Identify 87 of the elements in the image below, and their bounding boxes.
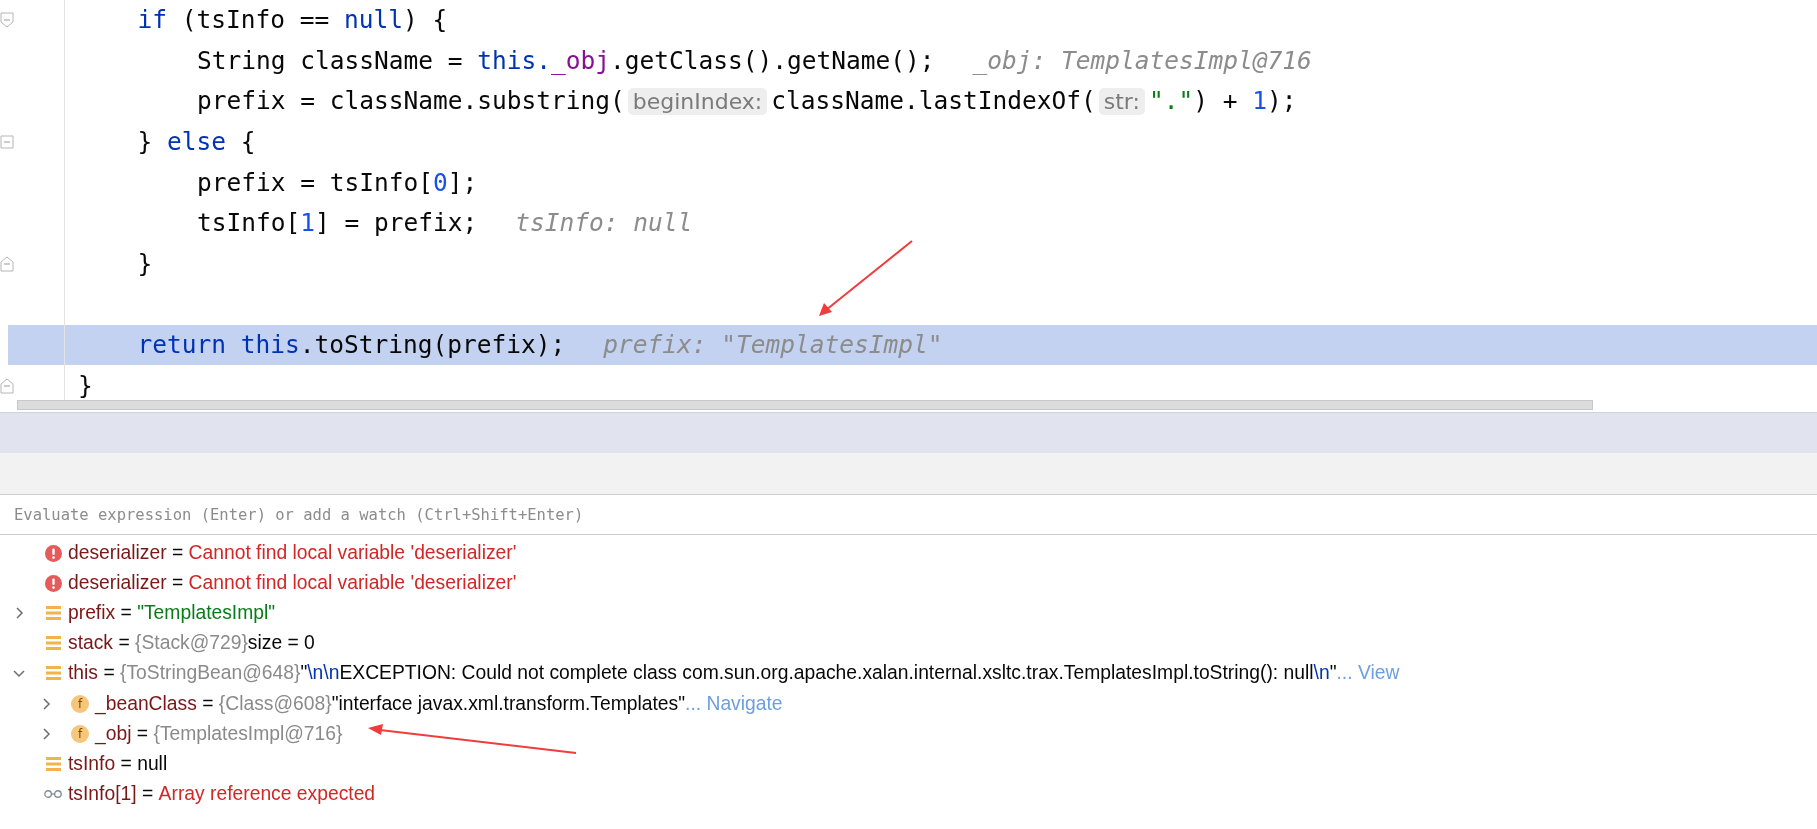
- variable-value: Array reference expected: [158, 782, 376, 805]
- equals-sign: =: [119, 752, 133, 775]
- inline-value-hint: prefix: "TemplatesImpl": [603, 330, 943, 361]
- list-icon: [45, 606, 61, 621]
- variable-value: {ToStringBean@648}: [120, 662, 301, 685]
- variable-value: ": [1329, 662, 1337, 685]
- variable-value: null: [137, 752, 168, 775]
- fold-marker-icon[interactable]: [0, 12, 14, 29]
- variable-value: {Class@608}: [218, 692, 332, 715]
- watch-input-field[interactable]: Evaluate expression (Enter) or add a watch (Ctrl+Shift+Enter): [0, 494, 1817, 535]
- variable-value: Cannot find local variable 'deserializer': [188, 572, 517, 595]
- code-token: }: [78, 370, 93, 400]
- fold-marker-icon[interactable]: [0, 255, 14, 272]
- variable-name: tsInfo[1]: [68, 782, 137, 805]
- variable-value: \n\n: [307, 662, 340, 685]
- variable-value: ": [300, 662, 308, 685]
- inline-value-hint: tsInfo: null: [515, 208, 693, 239]
- equals-sign: =: [201, 692, 215, 715]
- code-token: String className =: [197, 45, 464, 76]
- variable-name: stack: [68, 632, 113, 655]
- variable-value: "TemplatesImpl": [137, 602, 276, 625]
- code-token: tsInfo[: [197, 208, 301, 239]
- code-token: .toString(prefix);: [299, 330, 566, 361]
- list-icon: [45, 756, 61, 771]
- equals-sign: =: [102, 662, 116, 685]
- chevron-down-icon[interactable]: [13, 667, 25, 680]
- code-token: ) +: [1193, 86, 1239, 117]
- variable-value: {Stack@729}: [135, 632, 248, 655]
- variable-value: EXCEPTION: Could not complete class com.sun.org.apache.xalan.internal.xsltc.trax.TemplatesImpl.toString(): null: [339, 662, 1314, 685]
- variable-name: prefix: [68, 602, 116, 625]
- code-token: {: [239, 127, 256, 158]
- variable-value: Cannot find local variable 'deserializer': [188, 542, 517, 565]
- code-token: if: [137, 5, 167, 36]
- variable-name: _beanClass: [95, 692, 197, 715]
- code-token: (tsInfo ==: [180, 5, 331, 36]
- equals-sign: =: [117, 632, 131, 655]
- code-token: 0: [433, 167, 448, 198]
- variable-name: deserializer: [68, 542, 167, 565]
- equals-sign: =: [119, 602, 133, 625]
- code-token: }: [137, 248, 153, 279]
- equals-sign: =: [140, 782, 155, 805]
- code-token: return this: [137, 330, 300, 361]
- field-icon: f: [71, 694, 89, 713]
- variable-value: \n: [1313, 662, 1330, 685]
- horizontal-scrollbar[interactable]: [17, 400, 1593, 410]
- variable-value: "interface javax.xml.transform.Templates": [331, 692, 686, 715]
- code-token: ) {: [403, 5, 448, 36]
- code-token: ] = prefix;: [315, 208, 478, 239]
- equals-sign: =: [170, 542, 185, 565]
- variable-name: deserializer: [68, 572, 167, 595]
- code-token: className.lastIndexOf(: [771, 86, 1096, 117]
- code-token: _obj: [551, 45, 611, 76]
- variable-value: size = 0: [247, 632, 315, 655]
- code-token: prefix = tsInfo[: [197, 167, 433, 198]
- value-link[interactable]: ... Navigate: [685, 692, 783, 715]
- error-icon: [44, 574, 62, 592]
- fold-marker-icon[interactable]: [0, 134, 14, 151]
- code-token: ".": [1148, 86, 1194, 117]
- variable-name: tsInfo: [68, 752, 116, 775]
- parameter-hint: str:: [1098, 88, 1145, 115]
- code-token: prefix = className.substring(: [197, 86, 625, 117]
- code-token: this.: [477, 45, 552, 76]
- value-link[interactable]: ... View: [1336, 662, 1400, 685]
- code-token: null: [344, 5, 404, 36]
- list-icon: [45, 636, 61, 651]
- chevron-right-icon[interactable]: [13, 607, 25, 620]
- code-token: );: [1267, 86, 1297, 117]
- parameter-hint: beginIndex:: [627, 88, 768, 115]
- error-icon: [44, 544, 62, 562]
- equals-sign: =: [170, 572, 185, 595]
- glasses-icon: [44, 788, 62, 799]
- code-token: }: [137, 127, 154, 158]
- code-token: .getClass().getName();: [610, 45, 935, 76]
- variable-value: {TemplatesImpl@716}: [153, 722, 343, 745]
- chevron-right-icon[interactable]: [40, 697, 52, 710]
- code-token: 1: [1252, 86, 1267, 117]
- variable-name: _obj: [95, 722, 132, 745]
- chevron-right-icon[interactable]: [40, 727, 52, 740]
- equals-sign: =: [135, 722, 150, 745]
- inline-value-hint: _obj: TemplatesImpl@716: [972, 45, 1312, 76]
- code-token: ];: [447, 167, 478, 198]
- variable-name: this: [68, 662, 98, 685]
- code-token: 1: [300, 208, 316, 239]
- fold-marker-icon[interactable]: [0, 377, 14, 394]
- field-icon: f: [71, 724, 89, 743]
- code-token: else: [167, 127, 227, 158]
- list-icon: [45, 666, 61, 681]
